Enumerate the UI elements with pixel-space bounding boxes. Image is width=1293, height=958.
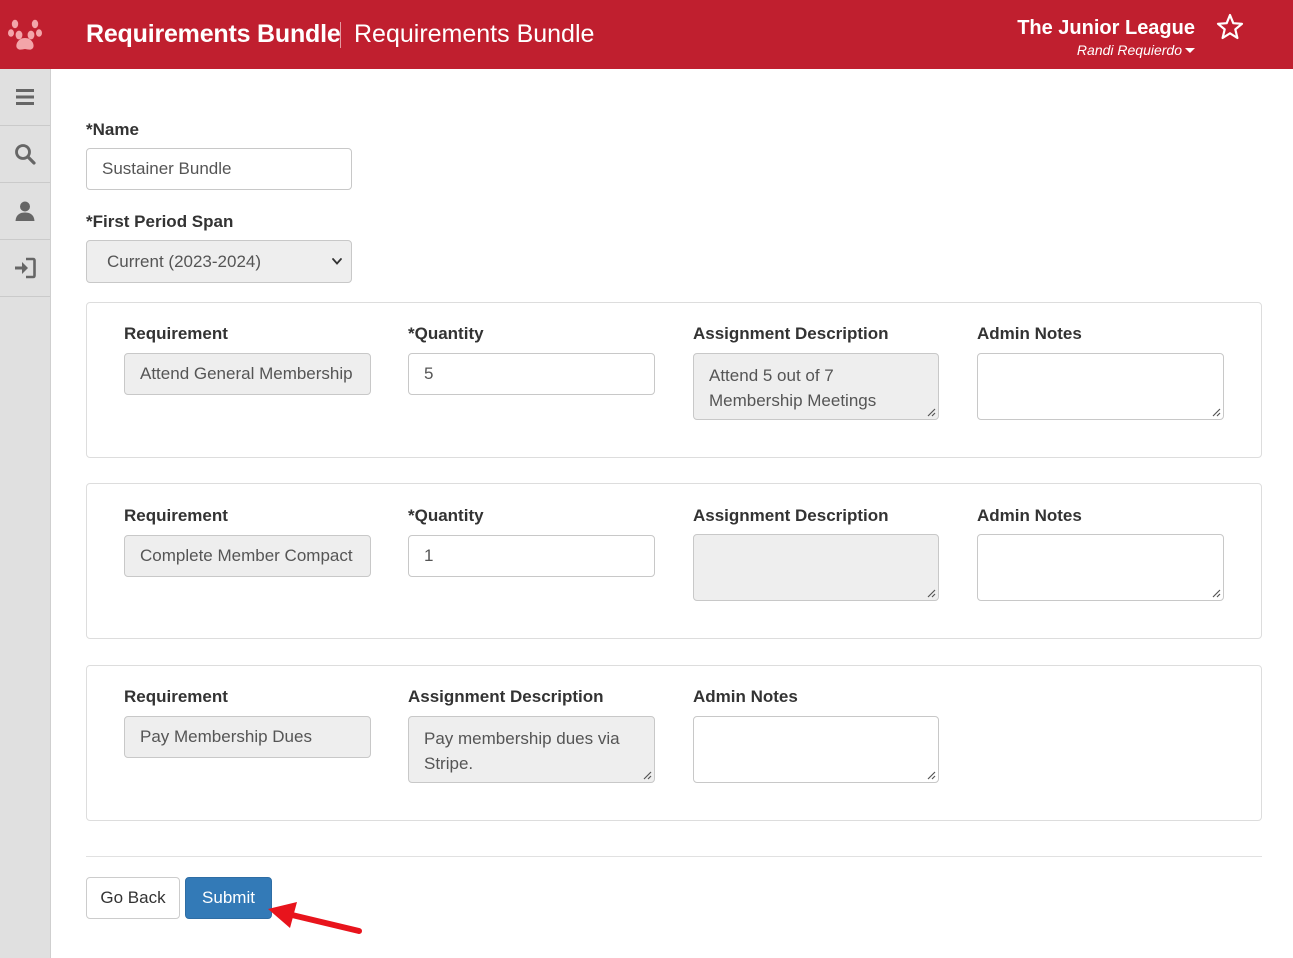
user-name: Randi Requierdo xyxy=(1076,42,1182,58)
organization-name: The Junior League xyxy=(1017,17,1195,39)
sidebar-item-profile[interactable] xyxy=(0,183,50,240)
paw-logo-icon[interactable] xyxy=(7,14,43,54)
quantity-input[interactable]: 1 xyxy=(408,535,655,577)
requirement-label: Requirement xyxy=(124,324,228,343)
requirement-field: Complete Member Compact xyxy=(124,535,371,577)
quantity-label: *Quantity xyxy=(408,506,484,525)
period-select[interactable]: Current (2023-2024) xyxy=(86,240,352,283)
resize-grip-icon[interactable] xyxy=(642,770,652,780)
title-divider xyxy=(340,22,341,48)
admin-notes-input[interactable] xyxy=(693,716,939,783)
top-header-bar: Requirements Bundle Requirements Bundle … xyxy=(0,0,1293,69)
resize-grip-icon[interactable] xyxy=(1211,407,1221,417)
requirement-label: Requirement xyxy=(124,506,228,525)
annotation-arrow-icon xyxy=(268,902,362,934)
star-icon[interactable] xyxy=(1215,12,1245,42)
resize-grip-icon[interactable] xyxy=(926,407,936,417)
period-select-value: Current (2023-2024) xyxy=(107,252,262,271)
admin-notes-label: Admin Notes xyxy=(977,506,1082,525)
assignment-description-label: Assignment Description xyxy=(408,687,604,706)
quantity-input[interactable]: 5 xyxy=(408,353,655,395)
requirement-label: Requirement xyxy=(124,687,228,706)
submit-button[interactable]: Submit xyxy=(185,877,272,919)
go-back-button[interactable]: Go Back xyxy=(86,877,180,919)
resize-grip-icon[interactable] xyxy=(926,588,936,598)
sidebar xyxy=(0,69,51,958)
admin-notes-label: Admin Notes xyxy=(693,687,798,706)
search-icon xyxy=(15,144,36,165)
assignment-description-text: Pay membership dues via Stripe. xyxy=(424,729,620,773)
page-subtitle: Requirements Bundle xyxy=(354,20,595,48)
requirement-field: Attend General Membership xyxy=(124,353,371,395)
assignment-description-field xyxy=(693,534,939,601)
admin-notes-label: Admin Notes xyxy=(977,324,1082,343)
sidebar-item-search[interactable] xyxy=(0,126,50,183)
assignment-description-label: Assignment Description xyxy=(693,324,889,343)
assignment-description-text: Attend 5 out of 7 Membership Meetings xyxy=(709,366,877,410)
sign-in-icon xyxy=(15,257,36,279)
period-label: *First Period Span xyxy=(86,212,234,231)
requirement-field: Pay Membership Dues xyxy=(124,716,371,758)
assignment-description-field: Pay membership dues via Stripe. xyxy=(408,716,655,783)
menu-icon xyxy=(16,89,34,105)
name-label: *Name xyxy=(86,120,139,139)
sidebar-item-sign-in[interactable] xyxy=(0,240,50,297)
user-menu[interactable]: Randi Requierdo xyxy=(1077,42,1195,58)
resize-grip-icon[interactable] xyxy=(926,770,936,780)
admin-notes-input[interactable] xyxy=(977,353,1224,420)
assignment-description-label: Assignment Description xyxy=(693,506,889,525)
assignment-description-field: Attend 5 out of 7 Membership Meetings xyxy=(693,353,939,420)
admin-notes-input[interactable] xyxy=(977,534,1224,601)
name-input[interactable]: Sustainer Bundle xyxy=(86,148,352,190)
sidebar-item-menu[interactable] xyxy=(0,69,50,126)
form-divider xyxy=(86,856,1262,857)
quantity-label: *Quantity xyxy=(408,324,484,343)
chevron-down-icon xyxy=(332,258,342,265)
caret-down-icon xyxy=(1185,48,1195,53)
user-icon xyxy=(15,201,35,221)
page-title: Requirements Bundle xyxy=(86,20,341,48)
resize-grip-icon[interactable] xyxy=(1211,588,1221,598)
